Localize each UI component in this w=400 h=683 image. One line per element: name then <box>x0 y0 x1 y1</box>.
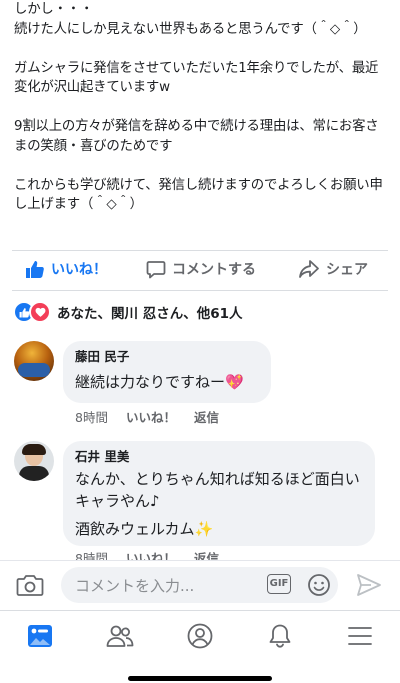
send-icon <box>357 574 381 596</box>
comment-text: なんか、とりちゃん知れば知るほど面白いキャラやん♪ <box>75 470 360 510</box>
send-button[interactable] <box>356 573 382 601</box>
comment-button[interactable]: コメントする <box>146 259 256 279</box>
smiley-icon <box>308 574 330 596</box>
comment-author[interactable]: 藤田 民子 <box>75 349 259 365</box>
post-action-bar: いいね！ コメントする シェア <box>0 250 400 288</box>
divider <box>12 290 388 291</box>
comment-bubble[interactable]: 藤田 民子 継続は力なりですねー💖 <box>63 341 271 403</box>
gif-button[interactable]: GIF <box>267 574 291 594</box>
tab-friends[interactable] <box>100 619 140 653</box>
comment-meta: 8時間 いいね！ 返信 <box>75 407 237 426</box>
comment-bubble[interactable]: 石井 里美 なんか、とりちゃん知れば知るほど面白いキャラやん♪ 酒飲みウェルカム… <box>63 441 375 546</box>
camera-icon <box>16 575 44 596</box>
comment-icon <box>146 261 166 279</box>
gif-icon: GIF <box>269 578 289 589</box>
like-button[interactable]: いいね！ <box>25 259 107 279</box>
tab-profile[interactable] <box>180 619 220 653</box>
tab-menu[interactable] <box>340 619 380 653</box>
post-paragraph: しかし・・・ 続けた人にしか見えない世界もあると思うんです（＾◇＾） <box>14 2 367 37</box>
share-button[interactable]: シェア <box>298 259 368 279</box>
reactions-text: あなた、関川 忍さん、他61人 <box>57 306 243 322</box>
comment-label: コメントする <box>172 262 256 278</box>
post-paragraph: ガムシャラに発信をさせていただいた1年余りでしたが、最近変化が沢山起きていますw <box>14 60 379 96</box>
comment-like-button[interactable]: いいね！ <box>126 407 176 426</box>
comment-reply-button[interactable]: 返信 <box>194 407 219 426</box>
avatar[interactable] <box>14 441 54 481</box>
camera-button[interactable] <box>16 572 44 602</box>
news-feed-icon <box>28 625 52 647</box>
tab-news-feed[interactable] <box>20 619 60 653</box>
comment-input-box[interactable]: GIF <box>61 567 338 605</box>
share-icon <box>299 260 319 278</box>
tab-notifications[interactable] <box>260 619 300 653</box>
comment-composer: GIF <box>0 560 400 611</box>
bottom-tab-bar <box>0 610 400 661</box>
comment-text: 継続は力なりですねー💖 <box>75 373 244 391</box>
comment-author[interactable]: 石井 里美 <box>75 449 363 465</box>
emoji-button[interactable] <box>307 573 331 601</box>
post-paragraph: これからも学び続けて、発信し続けますのでよろしくお願い申し上げます（＾◇＾） <box>14 177 383 213</box>
friends-icon <box>106 625 134 647</box>
like-label: いいね！ <box>51 262 107 278</box>
post-body: しかし・・・ 続けた人にしか見えない世界もあると思うんです（＾◇＾） ガムシャラ… <box>14 0 386 234</box>
comment-input[interactable] <box>73 567 267 605</box>
profile-icon <box>187 623 213 649</box>
avatar[interactable] <box>14 341 54 381</box>
menu-icon <box>348 627 372 645</box>
share-label: シェア <box>326 262 368 278</box>
love-reaction-icon <box>29 301 51 323</box>
comment-text: 酒飲みウェルカム✨ <box>75 520 214 538</box>
thumbs-up-icon <box>26 261 44 278</box>
comment-time: 8時間 <box>75 410 108 425</box>
reactions-summary[interactable]: あなた、関川 忍さん、他61人 <box>13 301 243 323</box>
home-indicator <box>128 676 272 681</box>
post-paragraph: 9割以上の方々が発信を辞める中で続ける理由は、常にお客さまの笑顔・喜びのためです <box>14 119 379 154</box>
bell-icon <box>269 624 291 648</box>
